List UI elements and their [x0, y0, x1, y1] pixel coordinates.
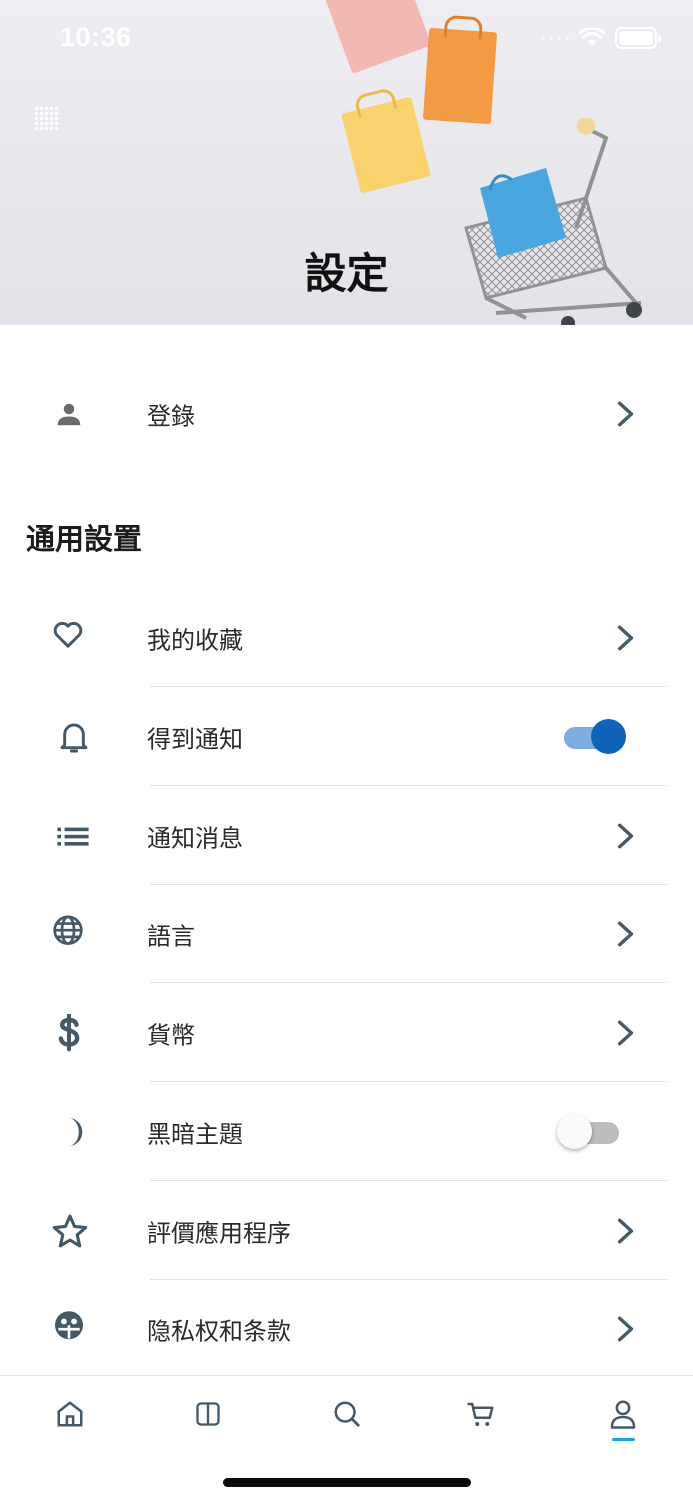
settings-item-label: 黑暗主題 [147, 1120, 243, 1148]
list-icon [54, 817, 92, 855]
settings-item-label: 隐私权和条款 [147, 1317, 291, 1345]
home-indicator [223, 1478, 471, 1487]
page-title: 設定 [304, 249, 389, 298]
settings-item-label: 評價應用程序 [147, 1219, 291, 1247]
orange-shopping-bag-image [422, 14, 498, 125]
active-tab-indicator [612, 1438, 635, 1441]
nav-catalog[interactable] [188, 1394, 228, 1434]
dark-theme-toggle[interactable] [557, 1113, 621, 1150]
pink-shopping-bag-image [324, 0, 432, 74]
settings-item-label: 我的收藏 [147, 626, 243, 654]
signal-icon [541, 36, 569, 40]
heart-icon [49, 615, 87, 653]
section-title-general: 通用設置 [26, 522, 143, 556]
dollar-icon [50, 1013, 88, 1052]
settings-item-get-notifications[interactable]: 得到通知 [0, 687, 693, 786]
nav-cart[interactable] [461, 1394, 501, 1434]
cart-icon [467, 1402, 494, 1426]
wifi-icon [579, 28, 605, 46]
login-row[interactable]: 登錄 [0, 364, 693, 463]
settings-item-label: 語言 [147, 922, 195, 950]
star-icon [51, 1212, 89, 1250]
settings-item-label: 通知消息 [147, 824, 243, 852]
settings-item-currency[interactable]: 貨幣 [0, 983, 693, 1082]
nav-home[interactable] [50, 1394, 90, 1434]
settings-item-dark-theme[interactable]: 黑暗主題 [0, 1082, 693, 1181]
toggle-knob [591, 718, 626, 754]
settings-item-label: 得到通知 [147, 725, 243, 753]
globe-icon [49, 911, 87, 949]
search-icon [334, 1401, 360, 1427]
chevron-right-icon [617, 1218, 634, 1243]
home-icon [57, 1401, 83, 1427]
status-bar-indicators [541, 26, 661, 50]
settings-item-notification-messages[interactable]: 通知消息 [0, 786, 693, 885]
yellow-shopping-bag-image [341, 86, 431, 194]
status-bar-time: 10:36 [60, 22, 132, 52]
person-icon [50, 395, 88, 433]
bell-icon [55, 718, 93, 756]
chevron-right-icon [617, 1020, 634, 1045]
nav-search[interactable] [327, 1394, 367, 1434]
catalog-icon [196, 1402, 220, 1426]
moon-icon [52, 1113, 90, 1151]
settings-item-language[interactable]: 語言 [0, 884, 693, 983]
battery-icon [615, 27, 661, 49]
toggle-knob [557, 1113, 592, 1149]
chevron-right-icon [617, 921, 634, 946]
settings-item-label: 貨幣 [147, 1021, 195, 1049]
settings-item-favorites[interactable]: 我的收藏 [0, 588, 693, 687]
chevron-right-icon [617, 401, 634, 426]
dots-grid-icon[interactable] [34, 106, 60, 132]
settings-item-rate-app[interactable]: 評價應用程序 [0, 1181, 693, 1280]
notifications-toggle[interactable] [564, 718, 626, 755]
privacy-icon [50, 1306, 88, 1344]
chevron-right-icon [617, 625, 634, 650]
chevron-right-icon [617, 823, 634, 848]
chevron-right-icon [617, 1316, 634, 1341]
profile-icon [610, 1400, 636, 1429]
nav-profile[interactable] [603, 1394, 643, 1434]
header-banner: 10:36 設定 [0, 0, 693, 325]
settings-item-privacy-terms[interactable]: 隐私权和条款 [0, 1279, 693, 1378]
login-label: 登錄 [147, 402, 195, 430]
